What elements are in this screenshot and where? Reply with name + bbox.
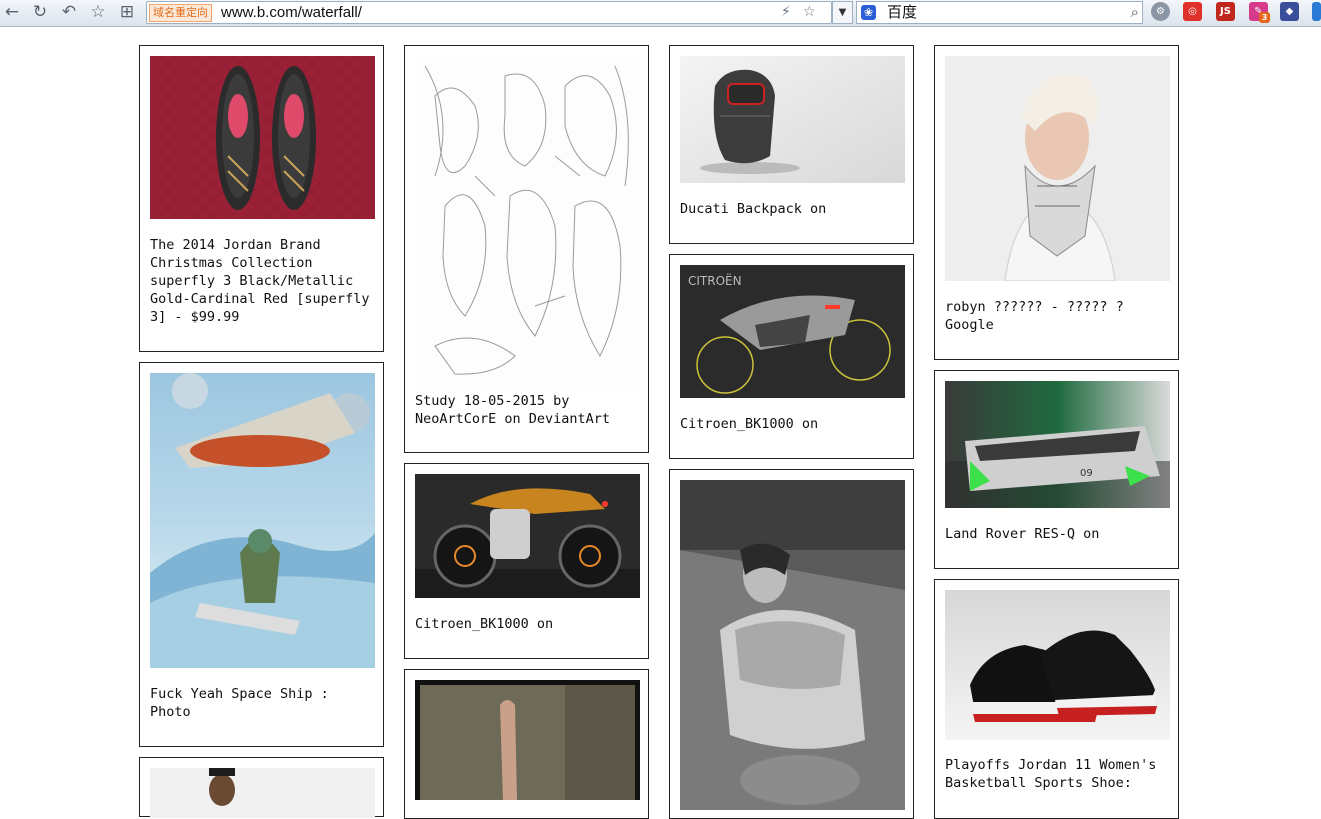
waterfall-card[interactable]: CITROËN Citroen_BK1000 on — [669, 254, 914, 459]
waterfall-card[interactable]: Ducati Backpack on — [669, 45, 914, 244]
card-image[interactable] — [945, 590, 1170, 740]
card-image[interactable]: 09 — [945, 381, 1170, 508]
card-image[interactable] — [150, 56, 375, 219]
dropdown-button[interactable]: ▼ — [832, 1, 853, 24]
chevron-down-icon: ▼ — [838, 7, 847, 18]
gear-icon[interactable]: ⚙ — [1151, 2, 1170, 21]
backpack-render — [680, 56, 905, 183]
url-text[interactable]: www.b.com/waterfall/ — [221, 2, 362, 23]
card-caption[interactable]: Ducati Backpack on — [680, 200, 905, 218]
extension-red-icon[interactable]: ◎ — [1183, 2, 1202, 21]
waterfall-card[interactable]: Playoffs Jordan 11 Women's Basketball Sp… — [934, 579, 1179, 819]
card-image[interactable] — [415, 680, 640, 800]
extension-js-icon[interactable]: JS — [1216, 2, 1235, 21]
motorcycle-render — [415, 474, 640, 598]
extension-badge: 3 — [1259, 12, 1270, 23]
card-caption[interactable]: Citroen_BK1000 on — [415, 615, 640, 633]
citroen-bike-render: CITROËN — [680, 265, 905, 398]
card-caption[interactable]: Playoffs Jordan 11 Women's Basketball Sp… — [945, 756, 1170, 792]
svg-text:09: 09 — [1080, 468, 1093, 479]
redirect-tag: 域名重定向 — [149, 4, 212, 22]
waterfall-card[interactable] — [669, 469, 914, 819]
waterfall-card[interactable]: robyn ?????? - ????? ? Google — [934, 45, 1179, 360]
address-bar[interactable]: 域名重定向 www.b.com/waterfall/ ⚡ ☆ — [146, 1, 832, 24]
undo-icon[interactable]: ↶ — [59, 2, 79, 22]
card-image[interactable] — [680, 480, 905, 810]
card-caption[interactable]: robyn ?????? - ????? ? Google — [945, 298, 1170, 334]
card-caption[interactable]: The 2014 Jordan Brand Christmas Collecti… — [150, 236, 375, 326]
land-rover-render: 09 — [945, 381, 1170, 508]
baidu-paw-icon: ❀ — [861, 5, 876, 20]
search-box[interactable]: ❀ 百度 ⌕ — [856, 1, 1143, 24]
waterfall-card[interactable]: 09 Land Rover RES-Q on — [934, 370, 1179, 569]
jordan-11-photo — [945, 590, 1170, 740]
card-caption[interactable]: Study 18-05-2015 by NeoArtCorE on Devian… — [415, 392, 640, 428]
card-image[interactable] — [680, 56, 905, 183]
refresh-icon[interactable]: ↻ — [30, 2, 50, 22]
apps-grid-icon[interactable]: ⊞ — [117, 2, 137, 22]
foot-photo — [415, 680, 640, 800]
svg-text:CITROËN: CITROËN — [688, 273, 742, 288]
card-image[interactable] — [415, 56, 640, 386]
waterfall-card[interactable]: The 2014 Jordan Brand Christmas Collecti… — [139, 45, 384, 352]
portrait-photo — [150, 768, 375, 818]
card-image[interactable]: CITROËN — [680, 265, 905, 398]
bw-portrait-photo — [680, 480, 905, 810]
extension-edge-icon[interactable] — [1312, 2, 1321, 21]
sneaker-photo — [150, 56, 375, 219]
waterfall-card[interactable]: Fuck Yeah Space Ship : Photo — [139, 362, 384, 747]
browser-toolbar: ← ↻ ↶ ☆ ⊞ 域名重定向 www.b.com/waterfall/ ⚡ ☆… — [0, 0, 1321, 27]
figure-sketch — [415, 56, 640, 386]
lightning-icon[interactable]: ⚡ — [781, 2, 791, 23]
back-icon[interactable]: ← — [2, 2, 22, 22]
extension-blue-icon[interactable]: ◆ — [1280, 2, 1299, 21]
card-image[interactable] — [150, 768, 375, 818]
card-caption[interactable]: Citroen_BK1000 on — [680, 415, 905, 433]
card-caption[interactable]: Fuck Yeah Space Ship : Photo — [150, 685, 375, 721]
spaceship-illustration — [150, 373, 375, 668]
bookmark-star-icon[interactable]: ☆ — [803, 2, 816, 23]
search-icon[interactable]: ⌕ — [1131, 2, 1139, 23]
waterfall-card[interactable]: Study 18-05-2015 by NeoArtCorE on Devian… — [404, 45, 649, 453]
waterfall-card[interactable]: Citroen_BK1000 on — [404, 463, 649, 659]
robyn-portrait-photo — [945, 56, 1170, 281]
star-icon[interactable]: ☆ — [88, 2, 108, 22]
card-image[interactable] — [150, 373, 375, 668]
card-image[interactable] — [415, 474, 640, 598]
card-image[interactable] — [945, 56, 1170, 281]
card-caption[interactable]: Land Rover RES-Q on — [945, 525, 1170, 543]
search-engine-label: 百度 — [887, 3, 918, 21]
waterfall-card[interactable] — [139, 757, 384, 818]
